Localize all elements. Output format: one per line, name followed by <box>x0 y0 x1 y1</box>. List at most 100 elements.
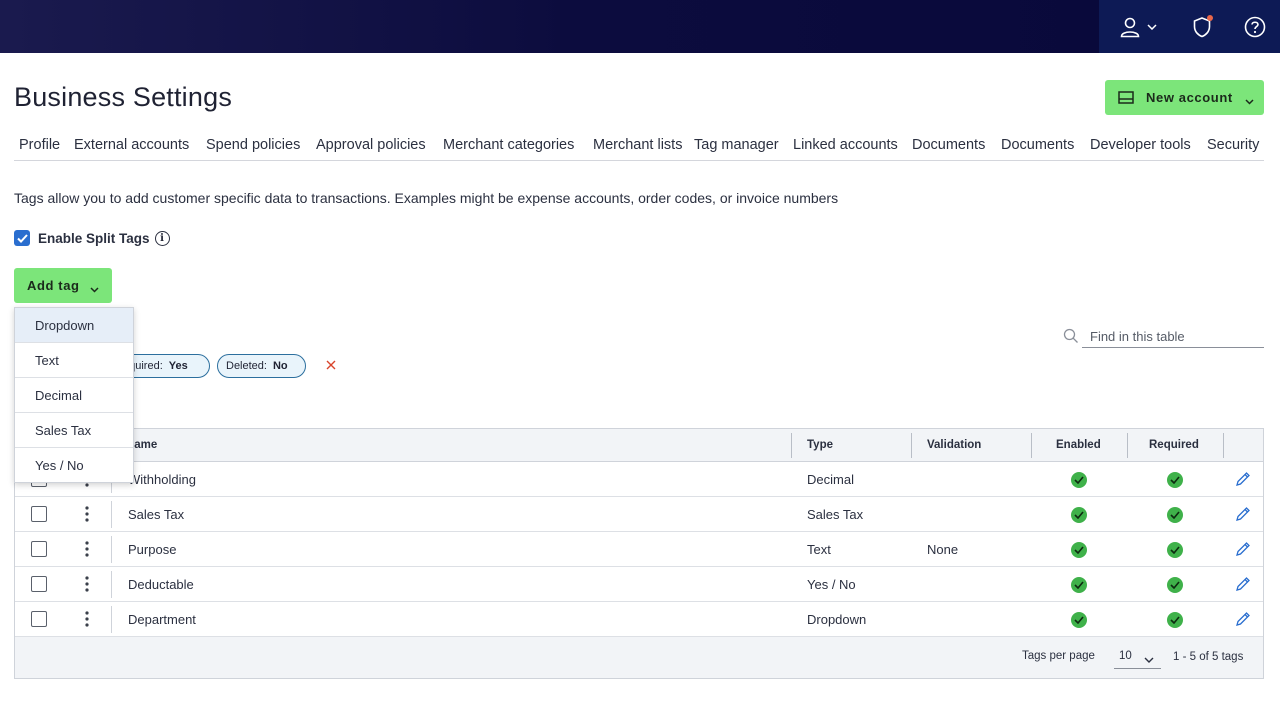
enabled-check-icon <box>1071 577 1087 593</box>
tab-security[interactable]: Security <box>1207 137 1259 153</box>
search-icon <box>1063 328 1079 349</box>
tag-name: Withholding <box>128 472 196 487</box>
column-header-enabled[interactable]: Enabled <box>1056 439 1101 451</box>
tab-linked-accounts[interactable]: Linked accounts <box>793 137 898 153</box>
menu-item-yes-no[interactable]: Yes / No <box>15 448 133 483</box>
info-icon[interactable]: i <box>154 230 170 246</box>
chevron-down-icon <box>1245 93 1254 108</box>
tab-documents[interactable]: Documents <box>912 137 985 153</box>
tag-name: Deductable <box>128 577 194 592</box>
enabled-check-icon <box>1071 507 1087 523</box>
enabled-check-icon <box>1071 472 1087 488</box>
menu-item-dropdown[interactable]: Dropdown <box>15 308 133 343</box>
tab-tag-manager[interactable]: Tag manager <box>694 137 779 153</box>
table-footer: Tags per page 10 1 - 5 of 5 tags <box>15 637 1263 678</box>
edit-pencil-icon[interactable] <box>1235 576 1251 597</box>
tag-type: Yes / No <box>807 577 856 592</box>
required-check-icon <box>1167 577 1183 593</box>
column-divider <box>1223 433 1224 458</box>
column-divider <box>791 433 792 458</box>
edit-pencil-icon[interactable] <box>1235 541 1251 562</box>
user-icon[interactable] <box>1117 14 1143 40</box>
notification-dot <box>1207 15 1213 21</box>
filter-chip-value: No <box>272 360 288 372</box>
tag-name: Department <box>128 612 196 627</box>
column-header-name[interactable]: lame <box>131 439 157 451</box>
tab-developer-tools[interactable]: Developer tools <box>1090 137 1191 153</box>
table-search <box>1063 325 1264 348</box>
tag-type: Dropdown <box>807 612 867 627</box>
split-tags-checkbox[interactable] <box>14 230 30 246</box>
per-page-select[interactable]: 10 <box>1114 645 1161 669</box>
tag-validation: None <box>927 542 959 557</box>
column-divider <box>911 433 912 458</box>
table-row[interactable]: Withholding Decimal <box>15 462 1263 497</box>
table-row[interactable]: Purpose Text None <box>15 532 1263 567</box>
tag-type: Decimal <box>807 472 854 487</box>
page-title: Business Settings <box>14 82 233 112</box>
split-tags-label: Enable Split Tags <box>38 230 150 246</box>
tab-spend-policies[interactable]: Spend policies <box>206 137 300 153</box>
table-row[interactable]: Deductable Yes / No <box>15 567 1263 602</box>
per-page-label: Tags per page <box>1022 650 1095 662</box>
enabled-check-icon <box>1071 612 1087 628</box>
row-checkbox[interactable] <box>31 541 47 557</box>
table-row[interactable]: Sales Tax Sales Tax <box>15 497 1263 532</box>
row-checkbox[interactable] <box>31 611 47 627</box>
new-account-button[interactable]: New account <box>1105 80 1264 115</box>
column-header-type[interactable]: Type <box>807 439 833 451</box>
settings-tabs: Profile External accounts Spend policies… <box>14 129 1264 161</box>
column-header-required[interactable]: Required <box>1149 439 1199 451</box>
row-menu-icon[interactable] <box>81 540 93 558</box>
tab-documents-2[interactable]: Documents <box>1001 137 1074 153</box>
table-row[interactable]: Department Dropdown <box>15 602 1263 637</box>
tab-external-accounts[interactable]: External accounts <box>74 137 189 153</box>
row-menu-icon[interactable] <box>81 575 93 593</box>
edit-pencil-icon[interactable] <box>1235 471 1251 492</box>
column-divider <box>1127 433 1128 458</box>
edit-pencil-icon[interactable] <box>1235 506 1251 527</box>
row-menu-icon[interactable] <box>81 505 93 523</box>
menu-item-label: Decimal <box>35 388 82 403</box>
top-bar <box>0 0 1280 53</box>
row-divider <box>111 501 112 528</box>
menu-item-decimal[interactable]: Decimal <box>15 378 133 413</box>
enabled-check-icon <box>1071 542 1087 558</box>
required-check-icon <box>1167 542 1183 558</box>
shield-icon[interactable] <box>1189 14 1215 40</box>
table-header: lame Type Validation Enabled Required <box>15 429 1263 462</box>
row-divider <box>111 571 112 598</box>
card-reader-icon <box>1118 91 1134 107</box>
top-bar-actions <box>1099 0 1280 53</box>
tag-type: Text <box>807 542 831 557</box>
menu-item-sales-tax[interactable]: Sales Tax <box>15 413 133 448</box>
column-header-validation[interactable]: Validation <box>927 439 981 451</box>
menu-item-label: Text <box>35 353 59 368</box>
help-icon[interactable] <box>1242 14 1268 40</box>
chevron-down-icon[interactable] <box>1145 14 1159 40</box>
row-checkbox[interactable] <box>31 576 47 592</box>
menu-item-label: Yes / No <box>35 458 84 473</box>
tag-type: Sales Tax <box>807 507 864 522</box>
tab-approval-policies[interactable]: Approval policies <box>316 137 426 153</box>
search-input[interactable] <box>1082 325 1264 348</box>
row-divider <box>111 606 112 633</box>
row-checkbox[interactable] <box>31 506 47 522</box>
row-menu-icon[interactable] <box>81 610 93 628</box>
tab-merchant-lists[interactable]: Merchant lists <box>593 137 682 153</box>
clear-filters-icon[interactable] <box>324 358 338 377</box>
chevron-down-icon <box>90 281 99 296</box>
tag-name: Purpose <box>128 542 177 557</box>
menu-item-label: Sales Tax <box>35 423 92 438</box>
menu-item-text[interactable]: Text <box>15 343 133 378</box>
required-check-icon <box>1167 507 1183 523</box>
edit-pencil-icon[interactable] <box>1235 611 1251 632</box>
tab-merchant-categories[interactable]: Merchant categories <box>443 137 574 153</box>
tab-profile[interactable]: Profile <box>19 137 60 153</box>
filter-chip-label: Deleted: <box>226 360 267 372</box>
add-tag-button[interactable]: Add tag <box>14 268 112 303</box>
chevron-down-icon <box>1144 654 1154 666</box>
tags-description: Tags allow you to add customer specific … <box>14 190 839 206</box>
add-tag-menu: Dropdown Text Decimal Sales Tax Yes / No <box>14 307 134 483</box>
filter-chip-deleted[interactable]: Deleted: No <box>217 354 306 378</box>
